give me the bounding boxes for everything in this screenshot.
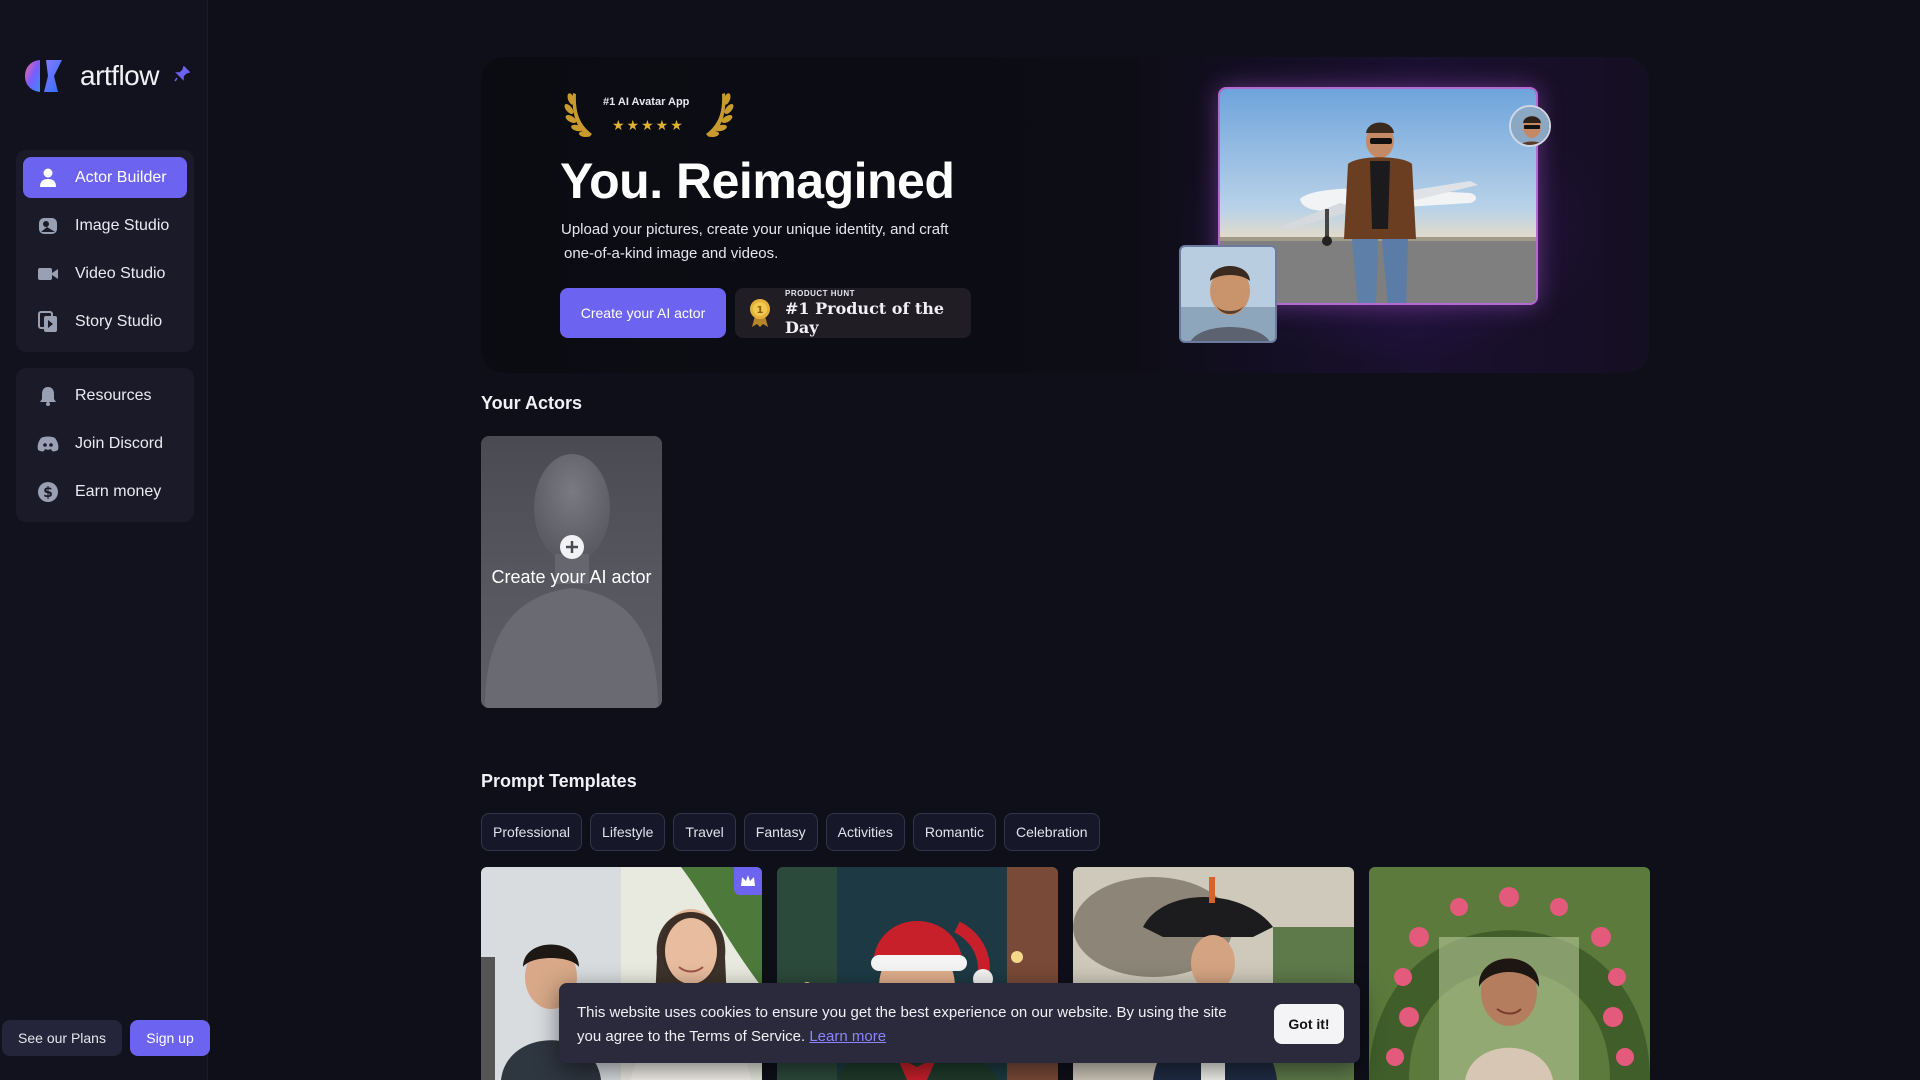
learn-more-link[interactable]: Learn more <box>809 1028 886 1045</box>
chip-celebration[interactable]: Celebration <box>1003 813 1100 851</box>
your-actors-title: Your Actors <box>481 393 583 413</box>
create-actor-label: Create your AI actor <box>491 567 652 587</box>
user-icon <box>37 167 59 189</box>
nav-label: Resources <box>75 386 152 404</box>
cookie-text: This website uses cookies to ensure you … <box>577 1004 1227 1045</box>
chip-fantasy[interactable]: Fantasy <box>743 813 818 851</box>
svg-text:1: 1 <box>757 305 764 316</box>
logo[interactable]: artflow <box>24 56 159 96</box>
nav-earn-money[interactable]: $ Earn money <box>23 471 187 512</box>
hero-avatar-round <box>1509 105 1551 147</box>
award-text: #1 AI Avatar App <box>603 96 690 108</box>
create-actor-card[interactable]: Create your AI actor <box>481 436 662 708</box>
nav-label: Actor Builder <box>75 168 167 186</box>
dollar-icon: $ <box>37 481 59 503</box>
bell-icon <box>37 385 59 407</box>
hero-portrait-selfie <box>1179 245 1277 343</box>
story-icon <box>37 310 59 333</box>
create-ai-actor-button[interactable]: Create your AI actor <box>560 288 726 338</box>
discord-icon <box>37 433 59 455</box>
prompt-templates-title: Prompt Templates <box>481 771 637 791</box>
nav-label: Earn money <box>75 482 162 500</box>
hero-description-line: one-of-a-kind image and videos. <box>564 245 779 262</box>
rating-stars: ★★★★★ <box>612 117 685 133</box>
hero-description-line: Upload your pictures, create your unique… <box>561 221 949 238</box>
chip-professional[interactable]: Professional <box>481 813 583 851</box>
image-icon <box>37 215 59 237</box>
nav-label: Join Discord <box>75 434 164 452</box>
nav-label: Story Studio <box>75 312 163 330</box>
video-icon <box>37 263 59 285</box>
nav-resources[interactable]: Resources <box>23 375 187 416</box>
chip-lifestyle[interactable]: Lifestyle <box>590 813 666 851</box>
see-plans-button[interactable]: See our Plans <box>2 1020 122 1056</box>
nav-label: Video Studio <box>75 264 166 282</box>
secondary-nav: Resources Join Discord $ Earn money <box>16 368 194 522</box>
pin-icon[interactable] <box>174 65 191 87</box>
artflow-logo-icon <box>24 58 64 94</box>
chip-romantic[interactable]: Romantic <box>912 813 996 851</box>
nav-story-studio[interactable]: Story Studio <box>23 301 187 342</box>
nav-video-studio[interactable]: Video Studio <box>23 253 187 294</box>
product-hunt-label: PRODUCT HUNT <box>785 289 855 298</box>
plus-circle-icon <box>559 534 585 560</box>
nav-actor-builder[interactable]: Actor Builder <box>23 157 187 198</box>
cookie-banner: This website uses cookies to ensure you … <box>559 983 1360 1063</box>
sidebar: artflow Actor Builder Image Studio Video… <box>0 0 210 1080</box>
product-hunt-title: #1 Product of the Day <box>785 299 945 337</box>
nav-image-studio[interactable]: Image Studio <box>23 205 187 246</box>
cookie-message: This website uses cookies to ensure you … <box>577 1001 1237 1049</box>
hero-description: Upload your pictures, create your unique… <box>561 218 981 266</box>
svg-text:$: $ <box>43 485 53 501</box>
primary-nav: Actor Builder Image Studio Video Studio … <box>16 150 194 352</box>
brand-name: artflow <box>80 60 159 91</box>
template-image <box>1369 867 1650 1080</box>
product-hunt-badge[interactable]: 1 PRODUCT HUNT #1 Product of the Day <box>735 288 971 338</box>
got-it-button[interactable]: Got it! <box>1274 1004 1344 1044</box>
crown-icon <box>734 867 762 895</box>
template-card-romantic[interactable] <box>1369 867 1650 1080</box>
nav-join-discord[interactable]: Join Discord <box>23 423 187 464</box>
medal-icon: 1 <box>747 298 773 328</box>
chip-travel[interactable]: Travel <box>673 813 736 851</box>
hero-title: You. Reimagined <box>560 153 955 209</box>
nav-label: Image Studio <box>75 216 170 234</box>
chip-activities[interactable]: Activities <box>825 813 905 851</box>
template-category-tabs: Professional Lifestyle Travel Fantasy Ac… <box>481 813 1100 851</box>
sign-up-button[interactable]: Sign up <box>130 1020 210 1056</box>
hero-banner: #1 AI Avatar App ★★★★★ You. Reimagined U… <box>481 57 1649 373</box>
